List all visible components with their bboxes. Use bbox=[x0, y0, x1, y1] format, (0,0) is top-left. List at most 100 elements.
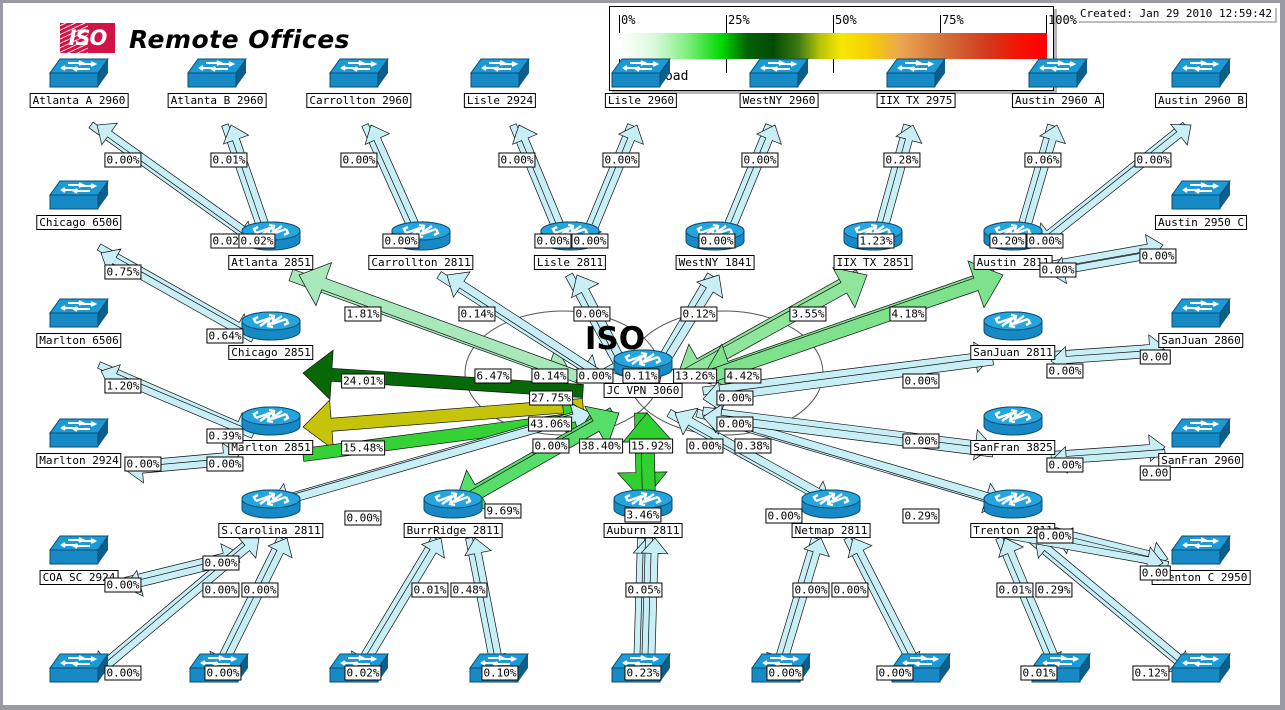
link-load-label: 0.02% bbox=[344, 665, 382, 681]
legend-tick-label: 50% bbox=[835, 13, 857, 27]
node-sanfran3825[interactable] bbox=[982, 404, 1044, 440]
node-marlton6506[interactable] bbox=[48, 297, 110, 333]
link-load-label: 0.06% bbox=[1024, 152, 1062, 168]
node-label-burrridge2811: BurrRidge 2811 bbox=[403, 523, 503, 538]
link-load-label: 0.64% bbox=[206, 328, 244, 344]
router-icon bbox=[240, 487, 302, 527]
node-iixtx2975[interactable] bbox=[885, 57, 947, 93]
node-chicago6506[interactable] bbox=[48, 179, 110, 215]
node-sanjuan2811[interactable] bbox=[982, 309, 1044, 345]
link-arrow bbox=[298, 262, 581, 384]
node-label-atlantaA2960: Atlanta A 2960 bbox=[29, 93, 129, 108]
link-load-label: 0.00% bbox=[1134, 152, 1172, 168]
link-load-label: 0.00% bbox=[1039, 262, 1077, 278]
legend-tick-label: 100% bbox=[1048, 13, 1077, 27]
link-load-label: 0.20% bbox=[989, 233, 1027, 249]
node-atlantaB2960[interactable] bbox=[186, 57, 248, 93]
router-icon bbox=[982, 404, 1044, 444]
link-load-label: 0.00 bbox=[1139, 465, 1171, 481]
node-label-atlantaB2960: Atlanta B 2960 bbox=[167, 93, 267, 108]
link-load-label: 0.14% bbox=[531, 368, 569, 384]
legend-tick-top bbox=[726, 15, 727, 33]
legend-tick-label: 75% bbox=[942, 13, 964, 27]
link-load-label: 3.46% bbox=[624, 507, 662, 523]
node-netmap2811[interactable] bbox=[800, 487, 862, 523]
node-label-marlton2924: Marlton 2924 bbox=[36, 453, 122, 468]
link-load-label: 0.00% bbox=[1046, 363, 1084, 379]
node-burrridge2811[interactable] bbox=[422, 487, 484, 523]
link-load-label: 0.00% bbox=[206, 456, 244, 472]
link-load-label: 0.00% bbox=[498, 152, 536, 168]
node-trenton2811[interactable] bbox=[982, 487, 1044, 523]
link-load-label: 0.01% bbox=[1020, 665, 1058, 681]
link-load-label: 0.00% bbox=[104, 152, 142, 168]
router-icon bbox=[240, 404, 302, 444]
link-load-label: 0.00% bbox=[686, 438, 724, 454]
switch-icon bbox=[748, 57, 810, 95]
link-load-label: 1.81% bbox=[344, 306, 382, 322]
link-load-label: 0.14% bbox=[458, 306, 496, 322]
link-load-legend: 0%25%50%75%100% Link Load bbox=[609, 6, 1077, 91]
link-load-label: 24.01% bbox=[341, 373, 385, 389]
link-load-label: 0.00% bbox=[876, 665, 914, 681]
node-label-auburn2811: Auburn 2811 bbox=[603, 523, 683, 538]
router-icon bbox=[422, 487, 484, 527]
switch-icon bbox=[1170, 417, 1232, 455]
node-lisle2924[interactable] bbox=[469, 57, 531, 93]
node-carrollton2960[interactable] bbox=[328, 57, 390, 93]
node-austin2960a[interactable] bbox=[1027, 57, 1089, 93]
legend-tick-top bbox=[619, 15, 620, 33]
link-load-label: 15.92% bbox=[629, 438, 673, 454]
switch-icon bbox=[48, 179, 110, 217]
router-icon bbox=[240, 309, 302, 349]
node-trenton2950c[interactable] bbox=[1170, 534, 1232, 570]
node-atlantaA2960[interactable] bbox=[48, 57, 110, 93]
switch-icon bbox=[1170, 534, 1232, 572]
node-westny2960[interactable] bbox=[748, 57, 810, 93]
link-load-label: 0.00% bbox=[340, 152, 378, 168]
switch-icon bbox=[1170, 652, 1232, 690]
node-label-chicago6506: Chicago 6506 bbox=[36, 215, 122, 230]
switch-icon bbox=[48, 297, 110, 335]
node-lisle2960[interactable] bbox=[610, 57, 672, 93]
node-label-netmap2811: Netmap 2811 bbox=[791, 523, 871, 538]
link-load-label: 0.00% bbox=[573, 306, 611, 322]
legend-tick-top bbox=[1046, 15, 1047, 33]
node-scarolina2811[interactable] bbox=[240, 487, 302, 523]
node-label-marlton6506: Marlton 6506 bbox=[36, 333, 122, 348]
node-sanjuan2860[interactable] bbox=[1170, 297, 1232, 333]
node-label-chicago2851: Chicago 2851 bbox=[228, 345, 314, 360]
link-load-label: 0.01% bbox=[996, 582, 1034, 598]
node-label-austin2960a: Austin 2960 A bbox=[1011, 93, 1105, 108]
node-label-carrollton2960: Carrollton 2960 bbox=[306, 93, 412, 108]
link-load-label: 0.01% bbox=[210, 152, 248, 168]
node-coasc2924[interactable] bbox=[48, 534, 110, 570]
link-load-label: 0.00% bbox=[1036, 528, 1074, 544]
node-marlton2924[interactable] bbox=[48, 417, 110, 453]
link-load-label: 0.02% bbox=[238, 233, 276, 249]
link-load-label: 9.69% bbox=[484, 503, 522, 519]
node-bot9[interactable] bbox=[1170, 652, 1232, 688]
node-chicago2851[interactable] bbox=[240, 309, 302, 345]
link-load-label: 0.00% bbox=[698, 233, 736, 249]
iso-logo: ISO bbox=[60, 23, 115, 53]
link-load-label: 0.00% bbox=[571, 233, 609, 249]
link-load-label: 6.47% bbox=[474, 368, 512, 384]
link-load-label: 0.00% bbox=[831, 582, 869, 598]
node-austin2950c[interactable] bbox=[1170, 179, 1232, 215]
legend-tick-top bbox=[940, 15, 941, 33]
switch-icon bbox=[48, 417, 110, 455]
node-bot1[interactable] bbox=[48, 652, 110, 688]
link-load-label: 0.00 bbox=[1139, 349, 1171, 365]
link-load-label: 0.00% bbox=[576, 368, 614, 384]
link-load-label: 0.00% bbox=[765, 508, 803, 524]
switch-icon bbox=[48, 534, 110, 572]
legend-tick-top bbox=[833, 15, 834, 33]
node-marlton2851[interactable] bbox=[240, 404, 302, 440]
link-load-label: 0.00% bbox=[104, 577, 142, 593]
link-load-label: 0.00% bbox=[602, 152, 640, 168]
node-label-carrollton2811: Carrollton 2811 bbox=[368, 255, 474, 270]
node-austin2960b[interactable] bbox=[1170, 57, 1232, 93]
node-sanfran2960[interactable] bbox=[1170, 417, 1232, 453]
link-load-label: 0.29% bbox=[1035, 582, 1073, 598]
